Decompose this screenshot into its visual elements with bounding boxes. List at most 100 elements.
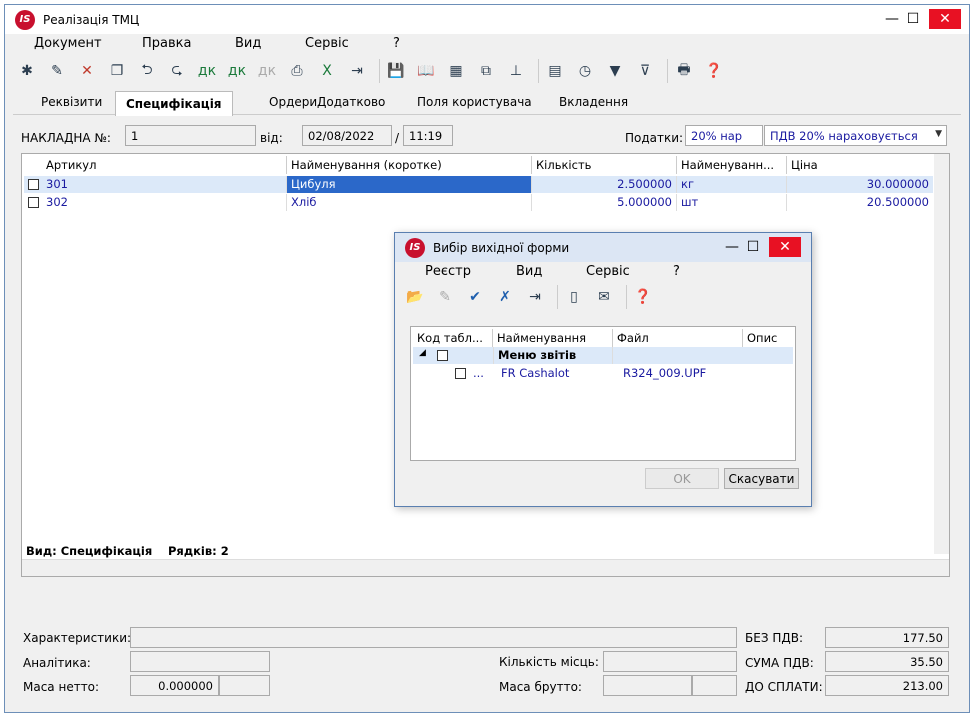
status-rows: Рядків: 2 [168, 544, 229, 558]
menu-document[interactable]: Документ [34, 36, 102, 51]
time-field[interactable]: 11:19 [403, 125, 453, 146]
cancel-button[interactable]: Скасувати [724, 468, 799, 489]
tax-desc-select[interactable]: ПДВ 20% нараховується ▼ [764, 125, 947, 146]
horizontal-scrollbar[interactable] [22, 559, 949, 576]
filter-clear-icon[interactable]: ⊽ [633, 59, 657, 83]
menu-service[interactable]: Сервіс [305, 36, 349, 51]
gross-mass-unit-field[interactable] [692, 675, 737, 696]
menu-edit[interactable]: Правка [142, 36, 191, 51]
mail-icon[interactable]: ✉ [592, 285, 616, 309]
save-icon[interactable]: 💾 [384, 59, 408, 83]
net-mass-field[interactable]: 0.000000 [130, 675, 219, 696]
characteristics-field[interactable] [130, 627, 737, 648]
printer-icon[interactable]: 🖶 [672, 59, 696, 83]
cell-unit: шт [677, 194, 787, 211]
tax-desc-value: ПДВ 20% нараховується [770, 129, 918, 143]
col-price[interactable]: Ціна [787, 156, 932, 174]
net-mass-unit-field[interactable] [219, 675, 270, 696]
tree-icon[interactable]: ⊥ [504, 59, 528, 83]
row-checkbox[interactable] [28, 179, 39, 190]
col-name[interactable]: Найменування (коротке) [287, 156, 532, 174]
form-checkbox[interactable] [455, 368, 466, 379]
group-row[interactable]: ◢ Меню звітів [413, 347, 793, 364]
table-icon[interactable]: ▤ [543, 59, 567, 83]
dialog-exit-icon[interactable]: ⇥ [523, 285, 547, 309]
link-icon[interactable]: ⧉ [474, 59, 498, 83]
filter-icon[interactable]: ▼ [603, 59, 627, 83]
ok-button[interactable]: OK [645, 468, 719, 489]
tab-user-fields[interactable]: Поля користувача [417, 95, 532, 109]
dialog-close-icon[interactable]: ✕ [769, 237, 801, 257]
row-checkbox[interactable] [28, 197, 39, 208]
col-form-name[interactable]: Найменування [493, 329, 613, 347]
dialog-menu-registry[interactable]: Реєстр [425, 264, 471, 279]
table-row[interactable]: 302 Хліб 5.000000 шт 20.500000 [24, 194, 933, 211]
edit-icon[interactable]: ✎ [45, 59, 69, 83]
tab-specification[interactable]: Специфікація [115, 91, 233, 116]
group-name: Меню звітів [493, 347, 613, 364]
invoice-number-field[interactable]: 1 [125, 125, 256, 146]
date-field[interactable]: 02/08/2022 [302, 125, 392, 146]
col-file[interactable]: Файл [613, 329, 743, 347]
dialog-minimize-icon[interactable]: — [721, 237, 743, 257]
expand-triangle-icon[interactable]: ◢ [419, 348, 426, 358]
check-icon[interactable]: ✔ [463, 285, 487, 309]
dk2-icon[interactable]: дк [225, 59, 249, 83]
export-icon[interactable]: ⮎ [165, 59, 189, 83]
clock-icon[interactable]: ◷ [573, 59, 597, 83]
exit-icon[interactable]: ⇥ [345, 59, 369, 83]
menu-help[interactable]: ? [393, 36, 400, 51]
tab-requisites[interactable]: Реквізити [41, 95, 102, 109]
book-icon[interactable]: 📖 [414, 59, 438, 83]
form-file: R324_009.UPF [623, 366, 707, 380]
separator [626, 285, 627, 309]
new-icon[interactable]: ✱ [15, 59, 39, 83]
tab-attachments[interactable]: Вкладення [559, 95, 628, 109]
no-vat-label: БЕЗ ПДВ: [745, 631, 803, 645]
copy-icon[interactable]: ❐ [105, 59, 129, 83]
tab-orders[interactable]: Ордери [269, 95, 317, 109]
col-table-code[interactable]: Код табл... [413, 329, 493, 347]
menu-view[interactable]: Вид [235, 36, 261, 51]
tax-rate-field[interactable]: 20% нар [685, 125, 763, 146]
dialog-help-icon[interactable]: ❓ [631, 285, 655, 309]
total-field: 213.00 [825, 675, 949, 696]
date-time-separator: / [395, 131, 400, 145]
table-row[interactable]: 301 Цибуля 2.500000 кг 30.000000 [24, 176, 933, 193]
dk3-icon[interactable]: дк [255, 59, 279, 83]
print-doc-icon[interactable]: ⎙ [285, 59, 309, 83]
col-qty[interactable]: Кількість [532, 156, 677, 174]
tab-additional[interactable]: Додатково [317, 95, 385, 109]
analytics-field[interactable] [130, 651, 270, 672]
cell-price: 30.000000 [866, 177, 929, 191]
gross-mass-label: Маса брутто: [499, 680, 582, 694]
places-field[interactable] [603, 651, 737, 672]
gross-mass-field[interactable] [603, 675, 692, 696]
cell-unit: кг [677, 176, 787, 193]
form-name: FR Cashalot [501, 366, 570, 380]
dialog-menu-view[interactable]: Вид [516, 264, 542, 279]
edit-tool-icon[interactable]: ✎ [433, 285, 457, 309]
close-icon[interactable]: ✕ [929, 9, 961, 29]
col-description[interactable]: Опис [743, 329, 793, 347]
document-icon[interactable]: ▯ [562, 285, 586, 309]
maximize-icon[interactable]: ☐ [902, 9, 924, 29]
import-icon[interactable]: ⮌ [135, 59, 159, 83]
dialog-maximize-icon[interactable]: ☐ [742, 237, 764, 257]
delete-icon[interactable]: ✕ [75, 59, 99, 83]
minimize-icon[interactable]: — [881, 9, 903, 29]
dialog-menu-service[interactable]: Сервіс [586, 264, 630, 279]
excel-icon[interactable]: X [315, 59, 339, 83]
dk-icon[interactable]: дк [195, 59, 219, 83]
col-unit[interactable]: Найменуванн... [677, 156, 787, 174]
dialog-menu-help[interactable]: ? [673, 264, 680, 279]
form-row[interactable]: ... FR Cashalot R324_009.UPF [413, 365, 793, 382]
calc-icon[interactable]: ▦ [444, 59, 468, 83]
open-folder-icon[interactable]: 📂 [403, 285, 427, 309]
uncheck-icon[interactable]: ✗ [493, 285, 517, 309]
group-checkbox[interactable] [437, 350, 448, 361]
vertical-scrollbar[interactable] [934, 154, 949, 554]
col-sku[interactable]: Артикул [42, 156, 287, 174]
help-icon[interactable]: ❓ [702, 59, 726, 83]
cell-qty: 5.000000 [532, 194, 677, 211]
